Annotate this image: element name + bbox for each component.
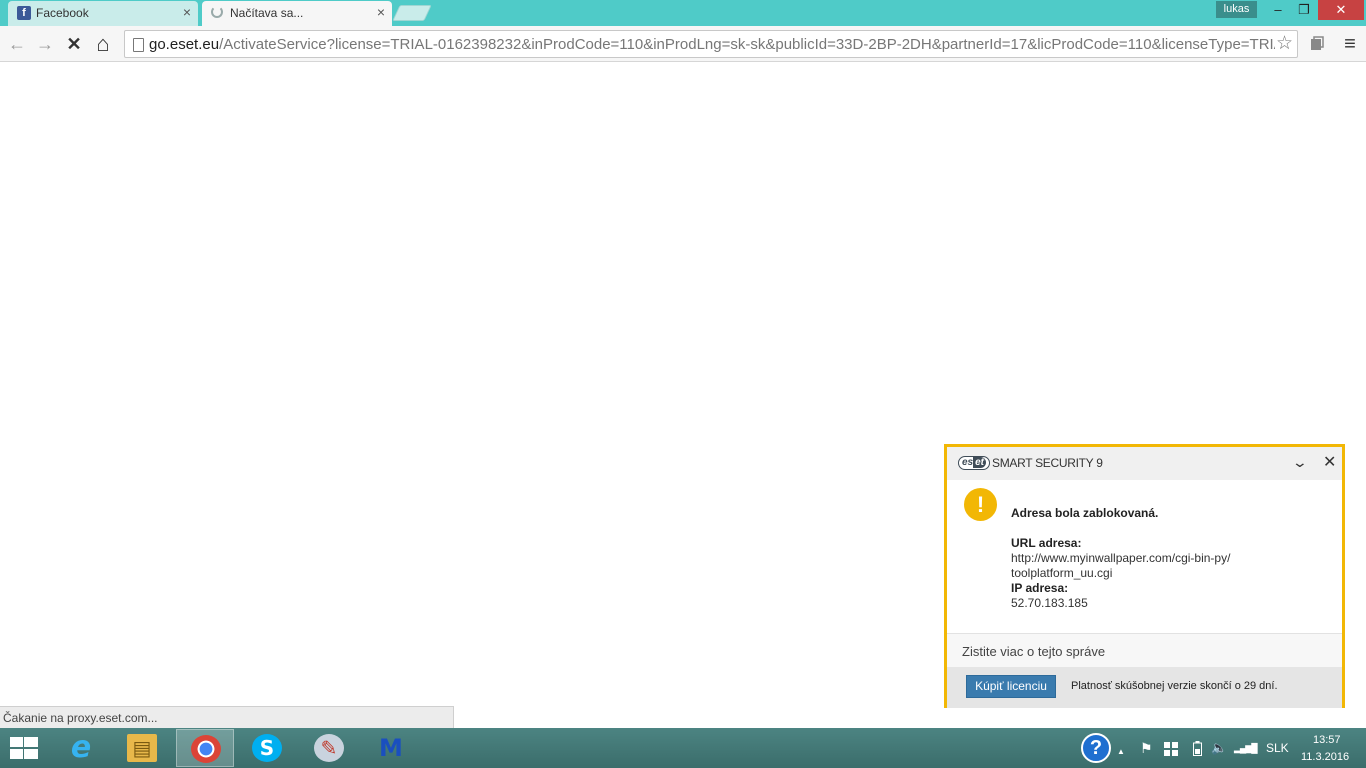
status-bubble: Čakanie na proxy.eset.com... xyxy=(0,706,454,728)
tab-close-icon[interactable]: × xyxy=(183,4,191,20)
taskbar-app-malwarebytes[interactable]: M xyxy=(362,729,420,767)
bookmark-star-icon[interactable]: ☆ xyxy=(1276,33,1293,55)
eset-footer: Kúpiť licenciu Platnosť skúšobnej verzie… xyxy=(947,667,1342,708)
url-text[interactable]: go.eset.eu/ActivateService?license=TRIAL… xyxy=(149,36,1275,53)
help-icon[interactable]: ? xyxy=(1081,733,1111,763)
learn-more-link[interactable]: Zistite viac o tejto správe xyxy=(962,644,1105,659)
url-host: go.eset.eu xyxy=(149,36,220,53)
home-button[interactable]: ⌂ xyxy=(91,32,115,56)
volume-icon[interactable]: 🔈 xyxy=(1211,738,1227,758)
buy-license-button[interactable]: Kúpiť licenciu xyxy=(966,675,1056,698)
eset-product-title: SMART SECURITY 9 xyxy=(992,456,1103,470)
taskbar-app-paint[interactable]: ✎ xyxy=(300,729,358,767)
minimize-button[interactable]: – xyxy=(1265,0,1291,20)
tab-label: Facebook xyxy=(36,6,89,20)
eset-logo: es et xyxy=(958,456,990,470)
warning-icon: ! xyxy=(964,488,997,521)
facebook-icon: f xyxy=(17,6,31,20)
blocked-url-line2: toolplatform_uu.cgi xyxy=(1011,566,1113,580)
browser-toolbar: ← → ✕ ⌂ go.eset.eu/ActivateService?licen… xyxy=(0,26,1366,62)
clock-date[interactable]: 11.3.2016 xyxy=(1301,751,1349,763)
windows-start-icon[interactable] xyxy=(8,737,38,759)
window-close-button[interactable]: ✕ xyxy=(1318,0,1364,20)
chrome-icon: ◉ xyxy=(191,735,221,763)
url-label: URL adresa: xyxy=(1011,536,1082,550)
malwarebytes-icon: M xyxy=(379,734,403,762)
taskbar: e ▤ ◉ S ✎ M ? ▲ ⚑ 🔈 ▂▄▆█ SLK 13:57 11.3.… xyxy=(0,728,1366,768)
loading-spinner-icon xyxy=(211,6,223,18)
restore-button[interactable]: ❐ xyxy=(1291,0,1317,20)
network-signal-icon[interactable]: ▂▄▆█ xyxy=(1234,738,1258,758)
windows-tray-icon[interactable] xyxy=(1164,741,1178,761)
taskbar-app-chrome[interactable]: ◉ xyxy=(176,729,234,767)
file-explorer-icon: ▤ xyxy=(127,734,157,762)
new-tab-button[interactable] xyxy=(392,5,432,21)
action-center-flag-icon[interactable]: ⚑ xyxy=(1140,738,1153,758)
page-icon xyxy=(133,38,144,52)
taskbar-app-file-explorer[interactable]: ▤ xyxy=(113,729,171,767)
tab-facebook[interactable]: f Facebook × xyxy=(8,1,198,26)
paint-icon: ✎ xyxy=(314,734,344,762)
tab-loading[interactable]: Načítava sa... × xyxy=(202,1,392,26)
tab-label: Načítava sa... xyxy=(230,6,304,20)
extension-icon[interactable] xyxy=(1305,32,1329,56)
stop-button[interactable]: ✕ xyxy=(62,32,86,56)
profile-badge[interactable]: lukas xyxy=(1216,1,1257,18)
taskbar-app-internet-explorer[interactable]: e xyxy=(52,729,110,767)
internet-explorer-icon: e xyxy=(70,730,92,765)
trial-expiry-text: Platnosť skúšobnej verzie skončí o 29 dn… xyxy=(1071,680,1278,692)
battery-icon[interactable] xyxy=(1193,741,1202,761)
eset-header: es et SMART SECURITY 9 ⌄ ✕ xyxy=(947,447,1342,480)
input-language[interactable]: SLK xyxy=(1266,741,1289,755)
close-icon[interactable]: ✕ xyxy=(1323,452,1336,472)
ip-label: IP adresa: xyxy=(1011,581,1069,595)
address-bar[interactable]: go.eset.eu/ActivateService?license=TRIAL… xyxy=(124,30,1298,58)
url-path: /ActivateService?license=TRIAL-016239823… xyxy=(219,36,1275,53)
chevron-down-icon[interactable]: ⌄ xyxy=(1292,454,1308,471)
blocked-url-line1: http://www.myinwallpaper.com/cgi-bin-py/ xyxy=(1011,551,1231,565)
browser-title-bar: f Facebook × Načítava sa... × lukas – ❐ … xyxy=(0,0,1366,26)
ip-value: 52.70.183.185 xyxy=(1011,596,1088,610)
skype-icon: S xyxy=(252,734,282,762)
clock-time[interactable]: 13:57 xyxy=(1313,734,1341,746)
forward-button[interactable]: → xyxy=(33,32,57,56)
alert-title: Adresa bola zablokovaná. xyxy=(1011,506,1159,520)
taskbar-app-skype[interactable]: S xyxy=(238,729,296,767)
eset-notification: es et SMART SECURITY 9 ⌄ ✕ ! Adresa bola … xyxy=(944,444,1345,708)
back-button[interactable]: ← xyxy=(5,32,29,56)
show-hidden-icons-icon[interactable]: ▲ xyxy=(1117,742,1125,762)
learn-more-row[interactable]: Zistite viac o tejto správe xyxy=(947,633,1342,667)
tab-close-icon[interactable]: × xyxy=(377,4,385,20)
menu-icon[interactable]: ≡ xyxy=(1338,32,1362,56)
